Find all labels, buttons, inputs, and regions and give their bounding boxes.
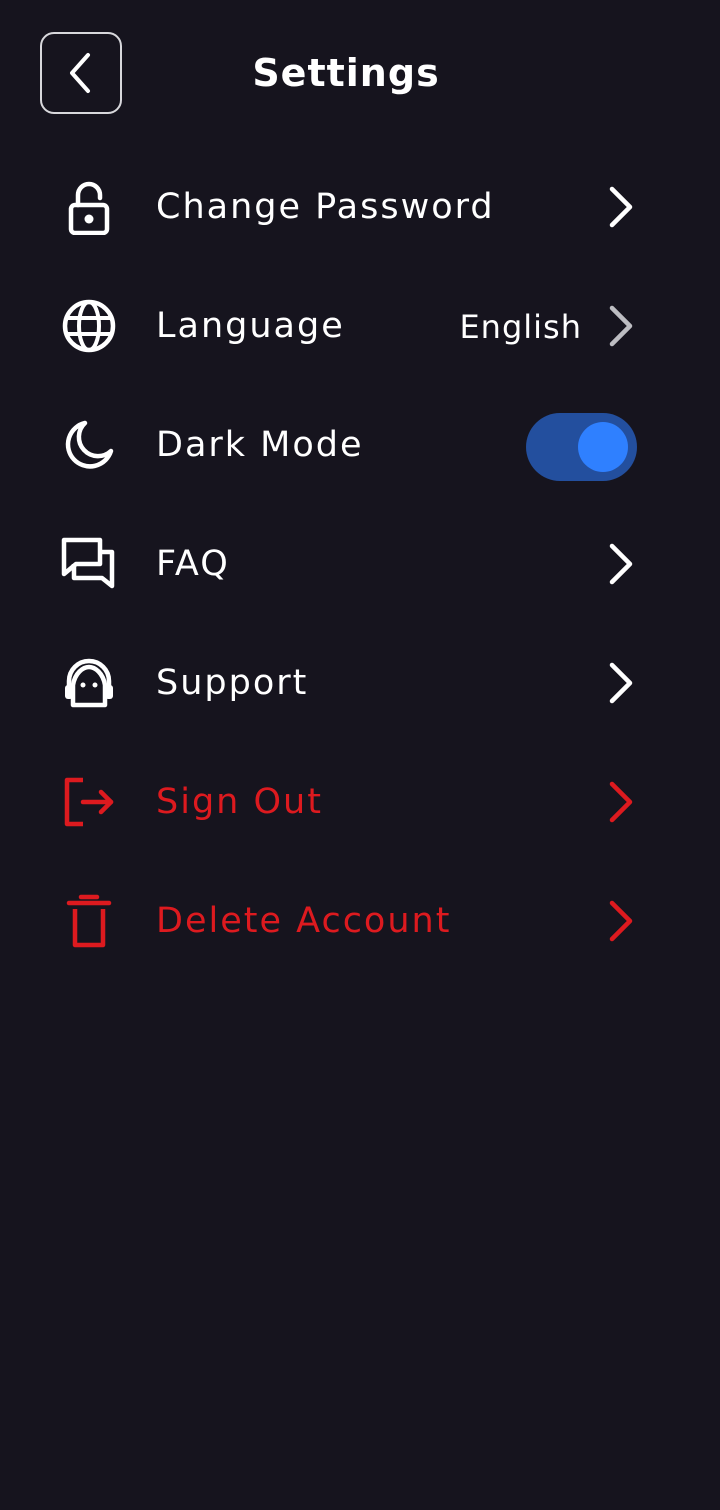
support-row[interactable]: Support [0, 623, 720, 742]
sign-out-row[interactable]: Sign Out [0, 742, 720, 861]
language-row[interactable]: Language English [0, 266, 720, 385]
language-label: Language [156, 306, 345, 346]
chevron-right-icon [600, 778, 640, 826]
dark-mode-toggle[interactable] [526, 413, 637, 481]
sign-out-label: Sign Out [156, 782, 323, 822]
support-label: Support [156, 663, 309, 703]
support-agent-icon [60, 655, 118, 711]
trash-icon [60, 893, 118, 949]
chat-bubbles-icon [60, 536, 118, 592]
faq-label: FAQ [156, 544, 230, 584]
chevron-right-icon [600, 659, 640, 707]
faq-row[interactable]: FAQ [0, 504, 720, 623]
chevron-right-icon [600, 540, 640, 588]
lock-icon [60, 179, 118, 235]
globe-icon [60, 298, 118, 354]
chevron-right-icon [600, 302, 640, 350]
sign-out-icon [60, 774, 118, 830]
toggle-knob [578, 422, 628, 472]
settings-list: Change Password Language English Dark Mo… [0, 147, 720, 980]
back-button[interactable] [40, 32, 122, 114]
moon-icon [60, 417, 118, 473]
delete-account-row[interactable]: Delete Account [0, 861, 720, 980]
page-title: Settings [252, 51, 440, 95]
delete-account-label: Delete Account [156, 901, 452, 941]
change-password-label: Change Password [156, 187, 495, 227]
dark-mode-label: Dark Mode [156, 425, 364, 465]
header: Settings [0, 0, 720, 150]
change-password-row[interactable]: Change Password [0, 147, 720, 266]
language-value: English [459, 308, 582, 346]
chevron-right-icon [600, 183, 640, 231]
chevron-left-icon [70, 53, 90, 93]
dark-mode-row: Dark Mode [0, 385, 720, 504]
chevron-right-icon [600, 897, 640, 945]
